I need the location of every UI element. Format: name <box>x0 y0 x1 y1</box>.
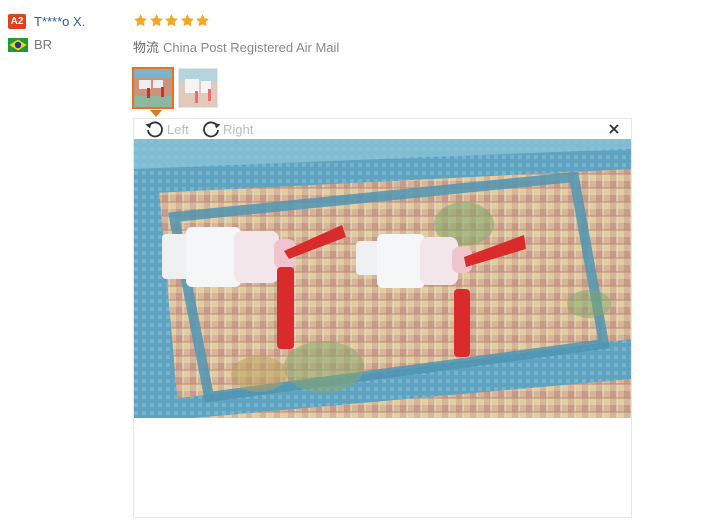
review-content: 物流 China Post Registered Air Mail <box>133 11 339 56</box>
rotate-left-icon <box>145 121 163 138</box>
star-icon <box>149 13 163 26</box>
star-icon <box>180 13 194 26</box>
rotate-right-button[interactable]: Right <box>200 119 253 139</box>
thumbnail-photo-2 <box>179 69 217 107</box>
brazil-flag-icon <box>8 37 28 52</box>
close-icon[interactable] <box>608 123 620 135</box>
thumbnail-photo-1 <box>133 68 173 108</box>
star-icon <box>196 13 209 26</box>
viewer-toolbar: Left Right <box>134 119 631 140</box>
shipping-label: 物流 <box>133 40 160 55</box>
rotate-left-button[interactable]: Left <box>144 119 189 139</box>
reviewer-name[interactable]: T****o X. <box>34 14 85 29</box>
shipping-info: 物流 China Post Registered Air Mail <box>133 37 339 56</box>
review-thumbnails <box>132 67 223 109</box>
star-rating <box>133 11 339 29</box>
review-thumbnail-2[interactable] <box>178 68 218 108</box>
reviewer-row: A2 T****o X. <box>8 11 85 31</box>
reviewer-info: A2 T****o X. BR <box>8 11 85 52</box>
shipping-method: China Post Registered Air Mail <box>163 40 340 55</box>
rotate-right-icon <box>203 121 221 138</box>
rotate-left-label: Left <box>167 121 189 137</box>
review-photo <box>134 139 631 418</box>
selected-thumbnail-pointer <box>150 110 162 117</box>
review-thumbnail-1[interactable] <box>132 67 174 109</box>
buyer-level-badge: A2 <box>8 13 26 29</box>
star-icon <box>165 13 178 26</box>
rotate-right-label: Right <box>223 121 254 137</box>
country-code: BR <box>34 37 53 52</box>
star-icon <box>134 13 147 26</box>
photo-viewer: Left Right <box>133 118 632 518</box>
reviewer-country: BR <box>8 37 85 52</box>
